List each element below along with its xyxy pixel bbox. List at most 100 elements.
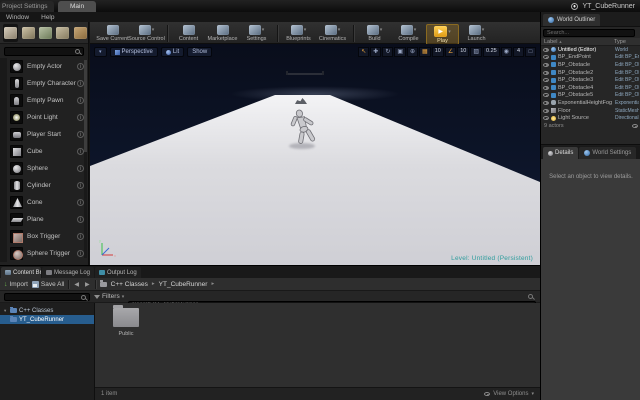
perspective-button[interactable]: Perspective (110, 47, 158, 57)
info-icon[interactable] (77, 148, 84, 155)
info-icon[interactable] (77, 233, 84, 240)
info-icon[interactable] (77, 114, 84, 121)
window-tab-main[interactable]: Main (58, 1, 96, 12)
play-button[interactable]: ▾Play (426, 24, 459, 45)
landscape-mode-button[interactable] (38, 24, 53, 42)
outliner-row-floor[interactable]: FloorStaticMeshActor (541, 107, 640, 115)
camera-speed-button[interactable]: ◉ (501, 47, 512, 57)
visibility-eye-icon[interactable] (543, 86, 549, 90)
source-control-button[interactable]: ▾Source Control (130, 24, 163, 42)
place-actor-item-sphere[interactable]: Sphere (0, 160, 88, 177)
geometry-mode-button[interactable] (73, 24, 88, 42)
info-icon[interactable] (77, 250, 84, 257)
visibility-eye-icon[interactable] (543, 48, 549, 52)
window-tab-project-settings[interactable]: Project Settings (0, 1, 54, 12)
blueprints-button[interactable]: ▾Blueprints (282, 24, 315, 42)
view-options-button[interactable]: View Options ▾ (484, 391, 534, 397)
compile-button[interactable]: ▾Compile (392, 24, 425, 42)
visibility-eye-icon[interactable] (543, 116, 549, 120)
expand-caret-icon[interactable]: ▾ (4, 308, 8, 314)
rotation-snap-toggle[interactable]: ∠ (445, 47, 456, 57)
move-tool-button[interactable]: ✚ (370, 47, 381, 57)
breadcrumb-cpp-classes[interactable]: C++ Classes (111, 281, 148, 288)
place-actor-item-plane[interactable]: Plane (0, 211, 88, 228)
maximize-viewport-button[interactable]: □ (525, 47, 536, 57)
place-actor-item-player-start[interactable]: Player Start (0, 126, 88, 143)
place-actor-item-empty-character[interactable]: Empty Character (0, 75, 88, 92)
content-button[interactable]: Content (172, 24, 205, 42)
settings-button[interactable]: ▾Settings (240, 24, 273, 42)
grid-snap-value[interactable]: 10 (432, 47, 444, 57)
outliner-row-bp-obstacle5[interactable]: BP_Obstacle5Edit BP_Obstacle5 (541, 92, 640, 100)
save-current-button[interactable]: Save Current (96, 24, 129, 42)
tab-world-settings[interactable]: World Settings (579, 147, 636, 159)
visibility-eye-icon[interactable] (543, 109, 549, 113)
filters-button[interactable]: Filters▾ (94, 293, 124, 300)
info-icon[interactable] (77, 165, 84, 172)
menu-help[interactable]: Help (35, 14, 60, 21)
world-local-toggle[interactable]: ⊕ (407, 47, 418, 57)
scale-snap-toggle[interactable]: ▨ (470, 47, 482, 57)
place-actor-item-cone[interactable]: Cone (0, 194, 88, 211)
visibility-eye-icon[interactable] (543, 63, 549, 67)
info-icon[interactable] (77, 80, 84, 87)
tab-message-log[interactable]: Message Log (42, 267, 94, 278)
scale-snap-value[interactable]: 0.25 (483, 47, 500, 57)
visibility-eye-icon[interactable] (543, 101, 549, 105)
tab-output-log[interactable]: Output Log (95, 267, 141, 278)
grid-snap-toggle[interactable]: ▦ (419, 47, 431, 57)
camera-speed-value[interactable]: 4 (513, 47, 524, 57)
asset-grid[interactable]: Public (95, 303, 540, 400)
info-icon[interactable] (77, 131, 84, 138)
show-button[interactable]: Show (187, 47, 212, 57)
modes-search-input[interactable] (4, 47, 84, 56)
forward-button[interactable]: ▶ (84, 281, 91, 288)
select-tool-button[interactable]: ↖ (358, 47, 369, 57)
visibility-eye-icon[interactable] (543, 71, 549, 75)
paint-mode-button[interactable] (20, 24, 35, 42)
lit-button[interactable]: Lit (161, 47, 184, 57)
place-actor-item-box-trigger[interactable]: Box Trigger (0, 228, 88, 245)
outliner-row-bp-obstacle2[interactable]: BP_Obstacle2Edit BP_Obstacle2 (541, 69, 640, 77)
outliner-row-heightfog[interactable]: ExponentialHeightFogExponentialHeightFog (541, 99, 640, 107)
tab-details[interactable]: Details (543, 147, 578, 159)
info-icon[interactable] (77, 216, 84, 223)
place-actor-item-cylinder[interactable]: Cylinder (0, 177, 88, 194)
place-actor-item-empty-pawn[interactable]: Empty Pawn (0, 92, 88, 109)
outliner-view-options-icon[interactable] (632, 124, 638, 128)
outliner-row-bp-endpoint[interactable]: BP_EndPointEdit BP_EndPoint (541, 54, 640, 62)
cinematics-button[interactable]: ▾Cinematics (316, 24, 349, 42)
import-button[interactable]: ↓Import (4, 281, 28, 288)
place-actor-item-empty-actor[interactable]: Empty Actor (0, 58, 88, 75)
outliner-row-bp-obstacle3[interactable]: BP_Obstacle3Edit BP_Obstacle3 (541, 76, 640, 84)
breadcrumb-yt-cuberunner[interactable]: YT_CubeRunner (159, 281, 208, 288)
tab-world-outliner[interactable]: World Outliner (543, 14, 600, 26)
sources-search-input[interactable] (4, 293, 90, 301)
visibility-eye-icon[interactable] (543, 93, 549, 97)
scale-tool-button[interactable]: ▣ (394, 47, 406, 57)
outliner-search-input[interactable] (543, 29, 635, 37)
outliner-column-header[interactable]: Label▲ Type (541, 38, 640, 46)
info-icon[interactable] (77, 182, 84, 189)
viewport[interactable]: ▾ Perspective Lit Show ↖ ✚ ↻ ▣ ⊕ ▦ 10 ∠ … (90, 44, 540, 265)
outliner-row-light-source[interactable]: Light SourceDirectionalLight (541, 114, 640, 122)
viewport-options-button[interactable]: ▾ (94, 47, 107, 57)
place-mode-button[interactable] (3, 24, 18, 42)
place-actor-item-cube[interactable]: Cube (0, 143, 88, 160)
source-folder-yt-cuberunner[interactable]: YT_CubeRunner (0, 315, 94, 324)
modes-scrollbar[interactable] (84, 60, 87, 258)
asset-folder-tile[interactable]: Public (107, 308, 145, 337)
rotate-tool-button[interactable]: ↻ (382, 47, 393, 57)
launch-button[interactable]: ▾Launch (460, 24, 493, 42)
outliner-row-bp-obstacle[interactable]: BP_ObstacleEdit BP_Obstacle (541, 61, 640, 69)
save-all-button[interactable]: Save All (32, 281, 65, 288)
rotation-snap-value[interactable]: 10 (457, 47, 469, 57)
back-button[interactable]: ◀ (73, 281, 80, 288)
menu-window[interactable]: Window (0, 14, 35, 21)
visibility-eye-icon[interactable] (543, 78, 549, 82)
info-icon[interactable] (77, 97, 84, 104)
marketplace-button[interactable]: Marketplace (206, 24, 239, 42)
place-actor-item-point-light[interactable]: Point Light (0, 109, 88, 126)
build-button[interactable]: ▾Build (358, 24, 391, 42)
info-icon[interactable] (77, 63, 84, 70)
